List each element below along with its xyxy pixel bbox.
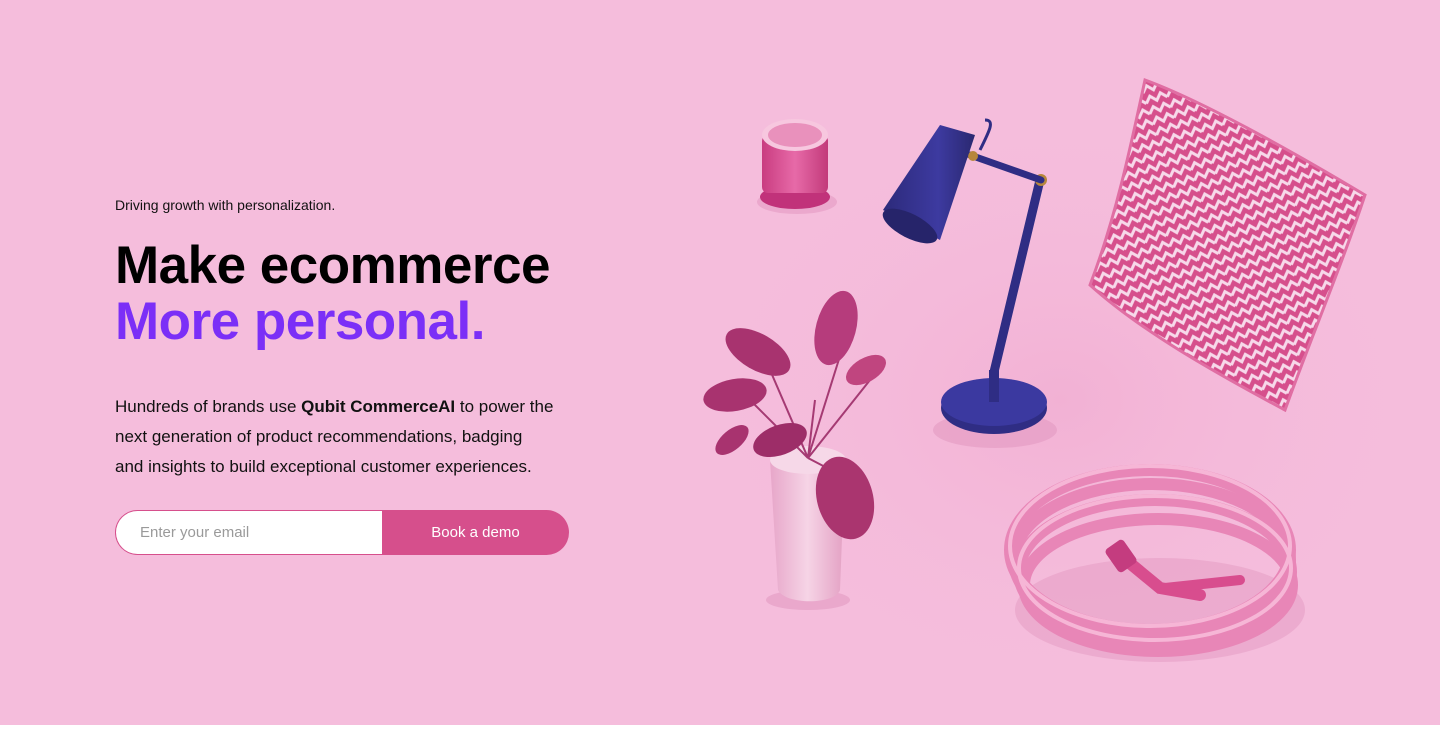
- candle-icon: [757, 119, 837, 214]
- hero-description: Hundreds of brands use Qubit CommerceAI …: [115, 392, 555, 482]
- headline-line-2: More personal.: [115, 292, 485, 351]
- hero-headline: Make ecommerce More personal.: [115, 238, 585, 350]
- brand-name: Qubit CommerceAI: [301, 397, 456, 416]
- email-input[interactable]: [115, 510, 382, 555]
- hero-eyebrow: Driving growth with personalization.: [115, 197, 336, 213]
- product-illustration: [680, 78, 1440, 700]
- book-demo-button[interactable]: Book a demo: [382, 510, 569, 555]
- headline-line-1: Make ecommerce: [115, 236, 550, 295]
- description-prefix: Hundreds of brands use: [115, 397, 302, 416]
- hero-copy: Driving growth with personalization. Mak…: [115, 196, 585, 482]
- demo-form: Book a demo: [115, 510, 569, 555]
- hero-section: Driving growth with personalization. Mak…: [0, 0, 1440, 725]
